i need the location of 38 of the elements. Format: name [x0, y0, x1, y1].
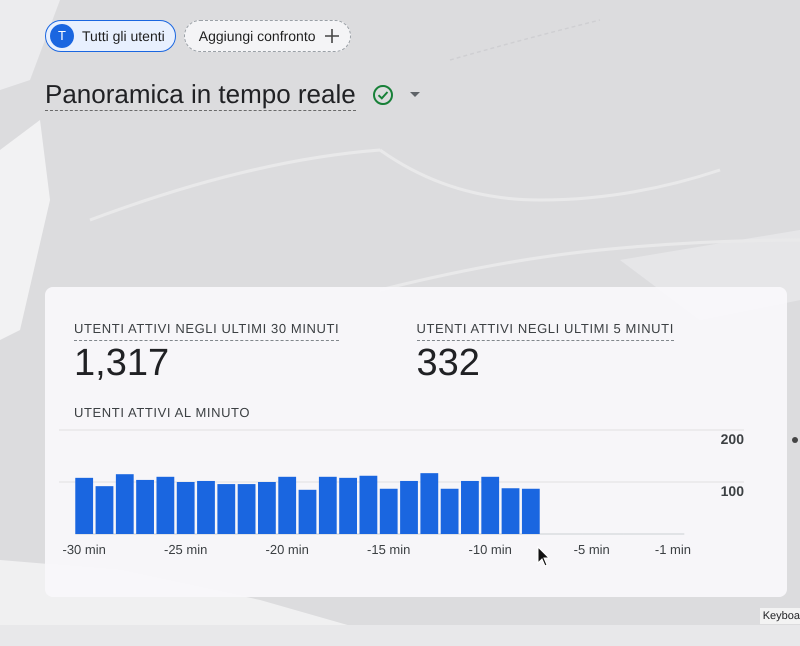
- bar[interactable]: [238, 484, 256, 534]
- bar[interactable]: [318, 476, 337, 534]
- plus-icon: [324, 28, 340, 44]
- bar[interactable]: [176, 482, 195, 534]
- metric-label: UTENTI ATTIVI NEGLI ULTIMI 5 MINUTI: [416, 318, 674, 342]
- axis-label: -5 min: [574, 542, 610, 557]
- bar[interactable]: [440, 488, 459, 534]
- bar[interactable]: [278, 476, 296, 534]
- bar[interactable]: [360, 476, 378, 534]
- metric-value: 1,317: [74, 341, 170, 386]
- axis-label: 100: [720, 482, 744, 499]
- bar[interactable]: [258, 482, 276, 534]
- bar[interactable]: [217, 484, 236, 534]
- axis-label: -25 min: [164, 542, 208, 557]
- dropdown-caret-icon[interactable]: [410, 92, 420, 98]
- bar[interactable]: [75, 478, 94, 534]
- axis-label: -30 min: [62, 542, 106, 557]
- bar[interactable]: [116, 474, 134, 534]
- axis-label: -1 min: [654, 542, 691, 557]
- chart-title: UTENTI ATTIVI AL MINUTO: [74, 404, 250, 422]
- axis-label: -15 min: [367, 542, 410, 557]
- bar[interactable]: [481, 476, 500, 534]
- axis-label: 200: [720, 430, 744, 447]
- metric-value: 332: [416, 341, 481, 386]
- bar[interactable]: [156, 476, 174, 534]
- segment-chip[interactable]: T Tutti gli utenti: [45, 20, 176, 52]
- avatar-icon: T: [50, 24, 74, 48]
- bar[interactable]: [420, 473, 438, 534]
- add-comparison-button[interactable]: Aggiungi confronto: [184, 20, 351, 52]
- page-title: Panoramica in tempo reale: [45, 80, 356, 111]
- bar[interactable]: [522, 488, 540, 534]
- cursor-icon: [537, 546, 551, 568]
- metric-label: UTENTI ATTIVI NEGLI ULTIMI 30 MINUTI: [74, 318, 340, 342]
- axis-label: -20 min: [266, 542, 309, 557]
- axis-label: -10 min: [468, 542, 512, 557]
- map-attribution[interactable]: Keyboa: [760, 608, 800, 624]
- bar[interactable]: [380, 488, 398, 534]
- bar[interactable]: [339, 478, 357, 534]
